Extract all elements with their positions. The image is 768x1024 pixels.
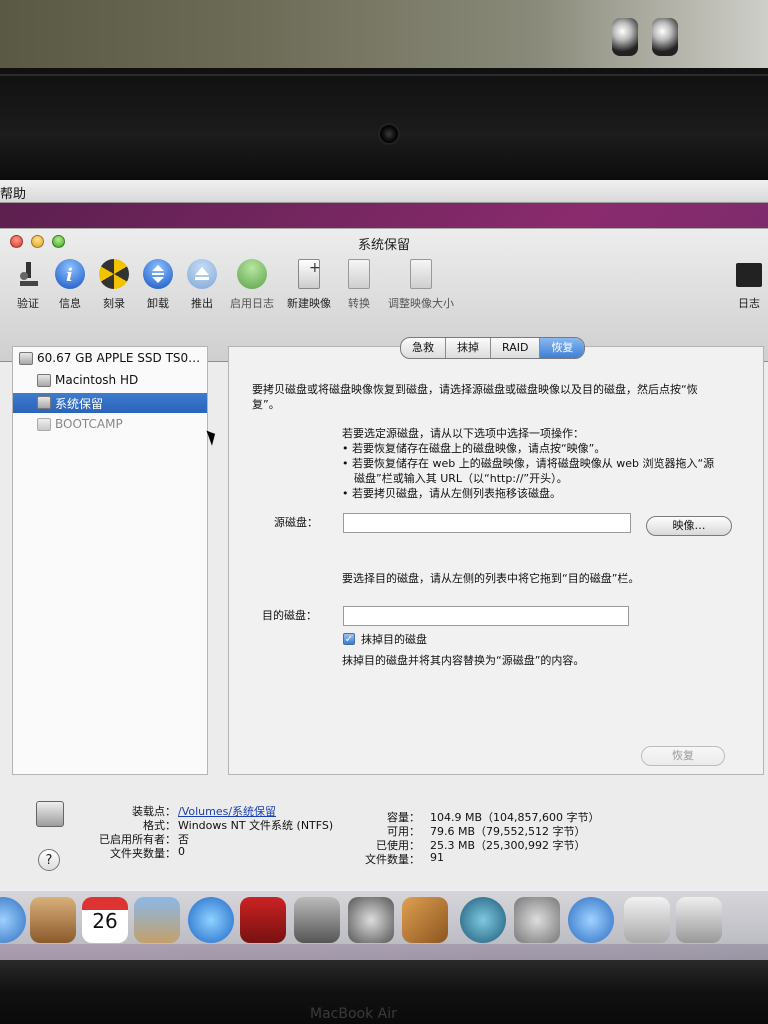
iphoto-icon[interactable] <box>134 897 180 943</box>
sync-icon[interactable] <box>568 897 614 943</box>
window-title: 系统保留 <box>357 238 410 253</box>
svg-text:i: i <box>66 265 73 286</box>
system-preferences-icon[interactable] <box>514 897 560 943</box>
sidebar-item-system-reserved[interactable]: 系统保留 <box>13 393 207 413</box>
erase-destination-checkbox[interactable]: ✓ <box>343 633 355 645</box>
garageband-icon[interactable] <box>402 897 448 943</box>
erase-hint: 抹掉目的磁盘并将其内容替换为“源磁盘”的内容。 <box>342 654 585 667</box>
unmount-icon <box>143 259 173 289</box>
convert-button[interactable]: 转换 <box>331 257 387 311</box>
sidebar-item-bootcamp[interactable]: BOOTCAMP <box>13 415 207 435</box>
tab-erase[interactable]: 抹掉 <box>446 338 491 358</box>
destination-disk-field[interactable] <box>343 606 629 626</box>
calendar-icon[interactable]: 26 <box>82 897 128 943</box>
volume-icon <box>37 418 51 431</box>
disk-list-sidebar: 60.67 GB APPLE SSD TS0… Macintosh HD 系统保… <box>12 346 208 775</box>
background-object <box>612 18 638 56</box>
restore-button[interactable]: 恢复 <box>641 746 725 766</box>
erase-destination-label: 抹掉目的磁盘 <box>361 633 427 646</box>
image-capture-icon[interactable] <box>294 897 340 943</box>
resize-image-button[interactable]: 调整映像大小 <box>380 257 462 311</box>
title-bar: 系统保留 验证 i 信息 刻录 卸载 推出 启用日志 + 新建映像 转换 调整映… <box>0 229 768 362</box>
option-2a: • 若要恢复储存在 web 上的磁盘映像，请将磁盘映像从 web 浏览器拖入“源 <box>342 457 715 470</box>
sidebar-item-macintosh-hd[interactable]: Macintosh HD <box>13 371 207 391</box>
svg-text:+: + <box>309 260 321 276</box>
used-value: 25.3 MB（25,300,992 字节） <box>430 839 586 852</box>
contacts-icon[interactable] <box>30 897 76 943</box>
imovie-icon[interactable] <box>348 897 394 943</box>
bezel-brand: MacBook Air <box>310 1006 397 1022</box>
eject-button[interactable]: 推出 <box>174 257 230 311</box>
new-image-icon: + <box>298 259 321 289</box>
itunes-icon[interactable] <box>188 897 234 943</box>
resize-image-icon <box>410 259 432 289</box>
files-label: 文件数量： <box>365 853 420 866</box>
webcam <box>378 123 400 145</box>
intro-text-line2: 复”。 <box>252 398 280 411</box>
enable-journaling-button[interactable]: 启用日志 <box>224 257 280 311</box>
new-image-button[interactable]: + 新建映像 <box>281 257 337 311</box>
tab-first-aid[interactable]: 急救 <box>401 338 446 358</box>
enable-journaling-icon <box>237 259 267 289</box>
log-button[interactable]: 日志 <box>730 257 768 311</box>
files-value: 91 <box>430 851 444 864</box>
boot-camp-icon[interactable] <box>624 897 670 943</box>
option-2b: 磁盘”栏或输入其 URL（以“http://”开头）。 <box>354 472 568 485</box>
destination-label: 目的磁盘： <box>262 609 317 622</box>
info-icon: i <box>55 259 85 289</box>
menu-bar: 帮助 <box>0 180 768 203</box>
time-machine-icon[interactable] <box>460 897 506 943</box>
image-button[interactable]: 映像… <box>646 516 732 536</box>
laptop-bottom-frame: MacBook Air <box>0 960 768 1024</box>
source-disk-field[interactable] <box>343 513 631 533</box>
dock: 26 <box>0 890 768 960</box>
tab-bar: 急救 抹掉 RAID 恢复 <box>400 337 586 359</box>
sidebar-item-disk[interactable]: 60.67 GB APPLE SSD TS0… <box>13 349 207 369</box>
folders-value: 0 <box>178 845 185 858</box>
volume-icon <box>37 396 51 409</box>
microscope-icon <box>13 259 43 289</box>
convert-icon <box>348 259 370 289</box>
disk-utility-window: 系统保留 验证 i 信息 刻录 卸载 推出 启用日志 + 新建映像 转换 调整映… <box>0 228 768 944</box>
hard-disk-icon <box>19 352 33 365</box>
option-3: • 若要拷贝磁盘，请从左侧列表拖移该磁盘。 <box>342 487 561 500</box>
tab-restore[interactable]: 恢复 <box>540 338 585 358</box>
log-icon <box>736 263 762 287</box>
restore-panel <box>228 346 764 775</box>
background-object <box>652 18 678 56</box>
background-wall <box>0 0 768 70</box>
source-label: 源磁盘： <box>274 516 318 529</box>
burn-icon <box>99 259 129 289</box>
volume-icon <box>37 374 51 387</box>
tab-raid[interactable]: RAID <box>491 338 541 358</box>
bezel-edge <box>0 74 768 76</box>
photo-booth-icon[interactable] <box>240 897 286 943</box>
destination-hint: 要选择目的磁盘，请从左侧的列表中将它拖到“目的磁盘”栏。 <box>342 572 640 585</box>
options-heading: 若要选定源磁盘，请从以下选项中选择一项操作： <box>342 427 584 440</box>
option-1: • 若要恢复储存在磁盘上的磁盘映像，请点按“映像”。 <box>342 442 606 455</box>
intro-text-line1: 要拷贝磁盘或将磁盘映像恢复到磁盘，请选择源磁盘或磁盘映像以及目的磁盘，然后点按“… <box>252 383 698 396</box>
disk-utility-icon[interactable] <box>676 897 722 943</box>
folders-label: 文件夹数量： <box>110 847 176 860</box>
menu-help[interactable]: 帮助 <box>0 183 26 202</box>
finder-icon[interactable] <box>0 897 26 943</box>
calendar-day: 26 <box>92 909 118 933</box>
screen: 帮助 系统保留 验证 i 信息 刻录 卸载 推出 启用日志 + 新建映像 转换 … <box>0 180 768 960</box>
eject-icon <box>187 259 217 289</box>
